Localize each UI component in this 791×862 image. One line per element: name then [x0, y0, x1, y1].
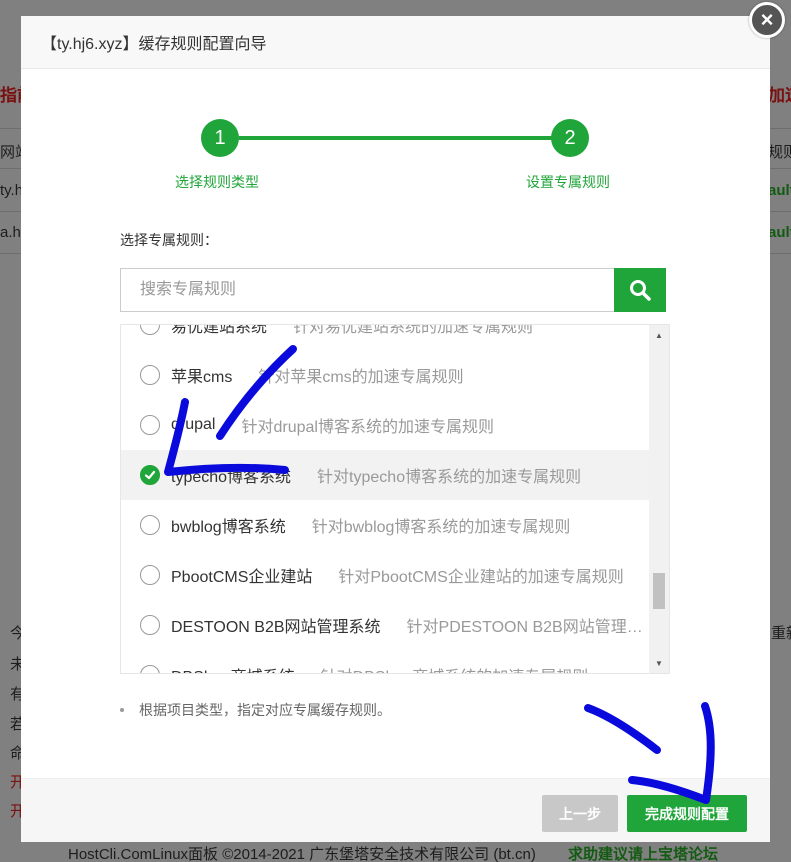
bg-text: ty.h: [0, 182, 24, 199]
step-2-label: 设置专属规则: [526, 174, 610, 190]
bg-text: HostCli.ComLinux面板 ©2014-2021 广东堡塔安全技术有限…: [68, 846, 536, 862]
rule-option[interactable]: 苹果cms 针对苹果cms的加速专属规则: [121, 350, 649, 400]
search-button[interactable]: [614, 268, 666, 312]
step-connector: [239, 136, 569, 140]
step-1-circle: 1: [201, 119, 239, 157]
rule-description: 针对PDESTOON B2B网站管理系统的加速专属规则: [406, 619, 649, 636]
rule-option[interactable]: bwblog博客系统 针对bwblog博客系统的加速专属规则: [121, 500, 649, 550]
finish-config-button[interactable]: 完成规则配置: [627, 795, 747, 832]
wizard-steps: 1 选择规则类型 2 设置专属规则: [21, 16, 770, 216]
dialog-footer: 上一步 完成规则配置: [21, 778, 770, 842]
rule-search-input[interactable]: [120, 268, 614, 312]
rule-list-scrollbar[interactable]: ▲ ▼: [649, 325, 669, 673]
rule-description: 针对DBShop商城系统的加速专属规则: [321, 663, 589, 673]
rule-name: typecho博客系统: [171, 469, 292, 486]
radio-icon[interactable]: [140, 515, 160, 535]
bg-text: 重新: [771, 625, 791, 642]
rule-option[interactable]: DBShop商城系统 针对DBShop商城系统的加速专属规则: [121, 650, 649, 673]
section-label: 选择专属规则：: [120, 232, 218, 248]
rule-description: 针对PbootCMS企业建站的加速专属规则: [338, 569, 624, 586]
bg-text: a.h: [0, 224, 21, 241]
rule-name: bwblog博客系统: [171, 519, 286, 536]
scrollbar-thumb[interactable]: [653, 573, 665, 609]
rule-option[interactable]: typecho博客系统 针对typecho博客系统的加速专属规则: [121, 450, 649, 500]
bg-text: ault: [768, 224, 791, 241]
rule-description: 针对易优建站系统的加速专属规则: [293, 324, 534, 336]
close-button[interactable]: ×: [749, 2, 785, 38]
rule-description: 针对bwblog博客系统的加速专属规则: [311, 519, 571, 536]
rule-option[interactable]: PbootCMS企业建站 针对PbootCMS企业建站的加速专属规则: [121, 550, 649, 600]
rule-description: 针对typecho博客系统的加速专属规则: [317, 469, 582, 486]
radio-checked-icon[interactable]: [140, 465, 160, 485]
radio-icon[interactable]: [140, 665, 160, 673]
rule-option[interactable]: 易优建站系统 针对易优建站系统的加速专属规则: [121, 324, 649, 350]
bg-text: 规则: [768, 144, 791, 161]
rule-option[interactable]: drupal 针对drupal博客系统的加速专属规则: [121, 400, 649, 450]
rule-name: 苹果cms: [171, 369, 233, 386]
scroll-down-arrow-icon[interactable]: ▼: [649, 653, 669, 673]
bg-text: ault: [768, 182, 791, 199]
rule-search: [120, 268, 666, 312]
radio-icon[interactable]: [140, 615, 160, 635]
radio-icon[interactable]: [140, 325, 160, 335]
rule-name: DESTOON B2B网站管理系统: [171, 619, 381, 636]
bg-text: 加速: [768, 86, 791, 105]
rule-option[interactable]: DESTOON B2B网站管理系统 针对PDESTOON B2B网站管理系统的加速…: [121, 600, 649, 650]
checkmark-icon: [144, 470, 156, 480]
radio-icon[interactable]: [140, 415, 160, 435]
rule-description: 针对drupal博客系统的加速专属规则: [241, 419, 494, 436]
tip-text: 根据项目类型，指定对应专属缓存规则。: [139, 702, 391, 718]
cache-rule-wizard-dialog: 【ty.hj6.xyz】缓存规则配置向导 1 选择规则类型 2 设置专属规则 选…: [21, 16, 770, 842]
bullet-icon: [120, 708, 124, 712]
rule-name: DBShop商城系统: [171, 663, 295, 673]
rule-name: 易优建站系统: [171, 324, 268, 336]
rule-name: drupal: [171, 416, 216, 433]
close-icon: ×: [760, 7, 774, 32]
radio-icon[interactable]: [140, 565, 160, 585]
previous-step-button[interactable]: 上一步: [542, 795, 618, 832]
step-2-circle: 2: [551, 119, 589, 157]
bg-text: 求助建议请上宝塔论坛: [568, 846, 719, 862]
rule-description: 针对苹果cms的加速专属规则: [258, 369, 464, 386]
rule-name: PbootCMS企业建站: [171, 569, 313, 586]
rule-list: 易优建站系统 针对易优建站系统的加速专属规则苹果cms 针对苹果cms的加速专属规则…: [120, 324, 670, 674]
tip: 根据项目类型，指定对应专属缓存规则。: [120, 700, 391, 720]
scroll-up-arrow-icon[interactable]: ▲: [649, 325, 669, 345]
radio-icon[interactable]: [140, 365, 160, 385]
step-1-label: 选择规则类型: [175, 174, 259, 190]
search-icon: [630, 280, 651, 301]
